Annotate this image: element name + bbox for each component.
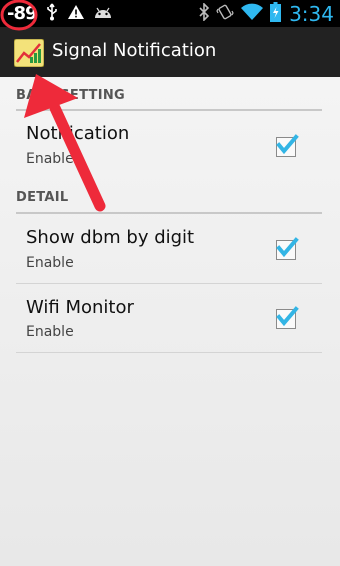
action-bar: Signal Notification bbox=[0, 27, 340, 77]
clock: 3:34 bbox=[289, 1, 334, 26]
notification-checkbox[interactable] bbox=[276, 134, 299, 157]
checkmark-icon bbox=[276, 306, 299, 327]
section-divider bbox=[16, 212, 322, 214]
wifi-icon bbox=[240, 3, 264, 25]
wifi-monitor-checkbox[interactable] bbox=[276, 306, 299, 329]
row-divider bbox=[16, 283, 322, 284]
signal-dbm-indicator: -89 bbox=[7, 3, 38, 24]
usb-icon bbox=[45, 3, 59, 25]
setting-title: Notification bbox=[26, 123, 130, 144]
show-dbm-checkbox[interactable] bbox=[276, 237, 299, 260]
section-header-base-setting: BASE SETTING bbox=[16, 88, 126, 103]
setting-subtitle: Enable bbox=[26, 151, 74, 167]
setting-title: Show dbm by digit bbox=[26, 227, 195, 248]
app-icon[interactable] bbox=[13, 38, 45, 68]
setting-subtitle: Enable bbox=[26, 324, 74, 340]
section-header-detail: DETAIL bbox=[16, 190, 69, 205]
android-icon bbox=[93, 4, 113, 23]
section-divider bbox=[16, 109, 322, 111]
row-divider bbox=[16, 352, 322, 353]
setting-subtitle: Enable bbox=[26, 255, 74, 271]
settings-list: BASE SETTING Notification Enable DETAIL … bbox=[0, 77, 340, 566]
status-bar: -89 3:34 bbox=[0, 0, 340, 27]
vibrate-icon bbox=[216, 3, 234, 25]
checkmark-icon bbox=[276, 134, 299, 155]
bluetooth-icon bbox=[198, 1, 210, 25]
setting-title: Wifi Monitor bbox=[26, 297, 134, 318]
app-title: Signal Notification bbox=[52, 40, 217, 61]
warning-icon bbox=[67, 4, 85, 24]
battery-charging-icon bbox=[270, 1, 282, 26]
checkmark-icon bbox=[276, 237, 299, 258]
